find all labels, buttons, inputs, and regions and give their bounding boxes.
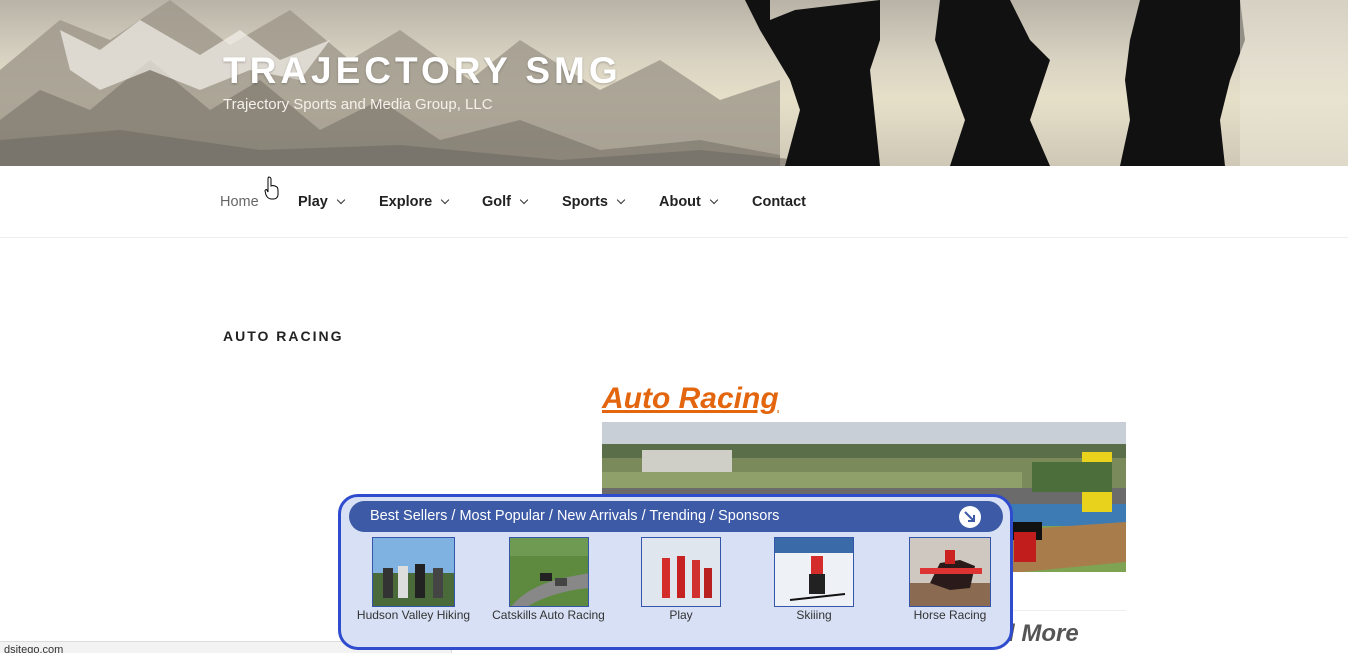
widget-item-play[interactable]: Play (621, 537, 741, 622)
arrow-down-right-icon (964, 511, 975, 522)
nav-item-contact[interactable]: Contact (752, 194, 806, 210)
recommendation-widget: Best Sellers / Most Popular / New Arriva… (338, 494, 1013, 650)
chevron-down-icon (440, 195, 450, 205)
widget-item-label: Hudson Valley Hiking (356, 608, 471, 622)
page-heading: AUTO RACING (223, 328, 344, 344)
nav-item-label: Play (298, 194, 328, 210)
main-navigation: Home Play Explore Golf Sports About Cont… (0, 166, 1348, 238)
nav-item-home[interactable]: Home (220, 194, 259, 210)
widget-item-label: Play (669, 608, 693, 622)
auto-racing-thumbnail-image (508, 537, 589, 607)
widget-title: Best Sellers / Most Popular / New Arriva… (370, 508, 780, 524)
skiing-thumbnail-image (774, 537, 854, 607)
post-title-link[interactable]: Auto Racing (602, 382, 779, 416)
nav-item-label: Golf (482, 194, 511, 210)
widget-item-label: Skiiing (796, 608, 832, 622)
collapse-button[interactable] (959, 506, 981, 528)
widget-header-bar: Best Sellers / Most Popular / New Arriva… (349, 501, 1003, 532)
widget-item-catskills-auto-racing[interactable]: Catskills Auto Racing (486, 537, 611, 622)
nav-item-about[interactable]: About (659, 194, 719, 210)
widget-item-label: Horse Racing (913, 608, 987, 622)
page: TRAJECTORY SMG Trajectory Sports and Med… (0, 0, 1348, 653)
nav-item-label: Home (220, 194, 259, 210)
widget-item-horse-racing[interactable]: Horse Racing (890, 537, 1010, 622)
nav-item-label: Explore (379, 194, 433, 210)
nav-item-label: Sports (562, 194, 608, 210)
hiking-thumbnail-image (372, 537, 455, 607)
nav-item-golf[interactable]: Golf (482, 194, 529, 210)
divider (1010, 610, 1126, 611)
nav-item-play[interactable]: Play (298, 194, 346, 210)
hand-cursor-icon (264, 176, 279, 200)
site-header: TRAJECTORY SMG Trajectory Sports and Med… (0, 0, 1348, 166)
nav-item-label: About (659, 194, 701, 210)
site-tagline: Trajectory Sports and Media Group, LLC (223, 96, 493, 113)
header-background-image (0, 0, 1348, 166)
play-thumbnail-image (641, 537, 721, 607)
chevron-down-icon (519, 195, 529, 205)
chevron-down-icon (336, 195, 346, 205)
widget-item-skiiing[interactable]: Skiiing (754, 537, 874, 622)
widget-item-label: Catskills Auto Racing (492, 608, 605, 622)
nav-item-sports[interactable]: Sports (562, 194, 626, 210)
widget-item-hudson-valley-hiking[interactable]: Hudson Valley Hiking (351, 537, 476, 622)
chevron-down-icon (709, 195, 719, 205)
horse-racing-thumbnail-image (909, 537, 991, 607)
nav-item-explore[interactable]: Explore (379, 194, 450, 210)
chevron-down-icon (616, 195, 626, 205)
site-title[interactable]: TRAJECTORY SMG (223, 50, 622, 92)
nav-item-label: Contact (752, 194, 806, 210)
